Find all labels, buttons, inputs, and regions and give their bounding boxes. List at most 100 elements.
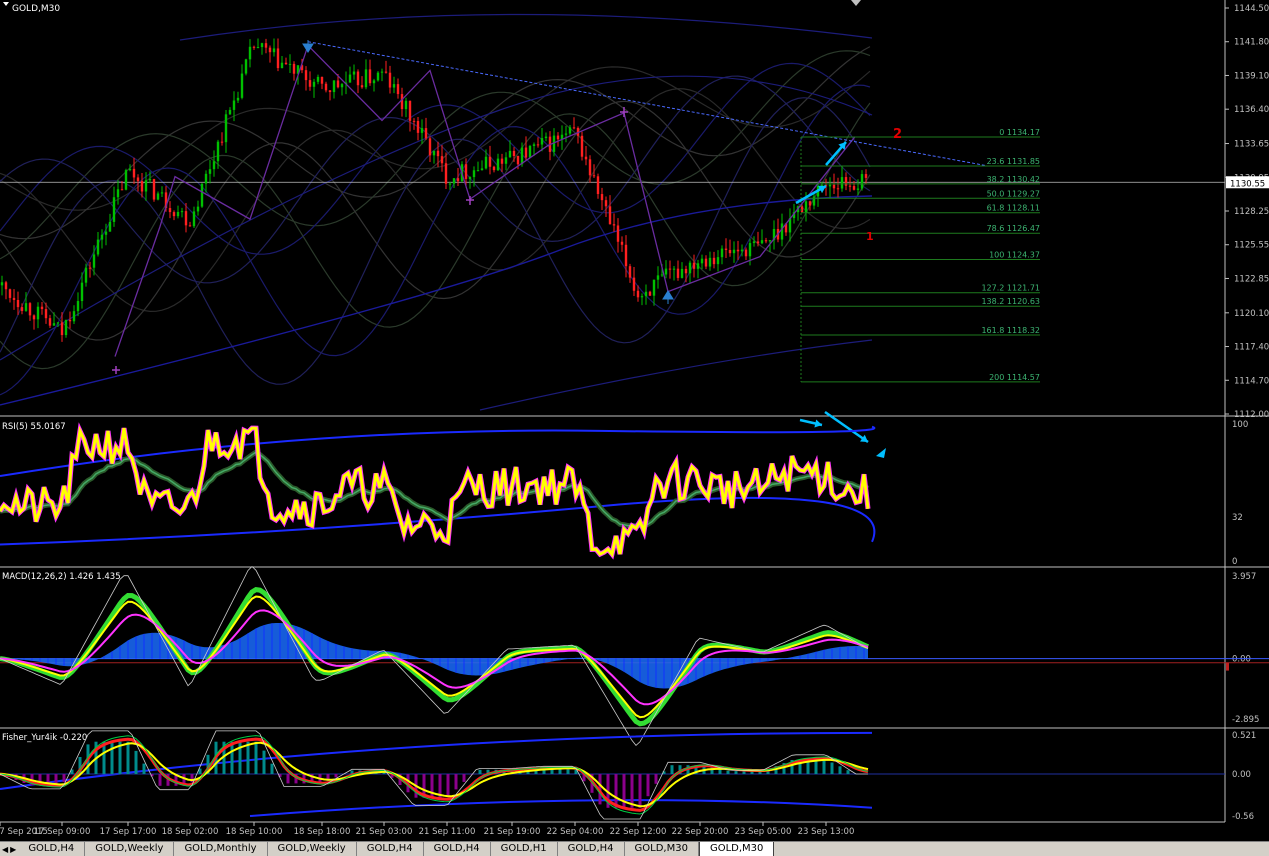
fisher-tick-label: -0.56 <box>1232 812 1254 822</box>
candle-body <box>740 249 744 252</box>
candle-body <box>372 80 376 84</box>
candle-body <box>804 201 808 213</box>
candle-body <box>504 157 508 164</box>
tab-8[interactable]: GOLD,M30 <box>625 842 699 856</box>
candle-body <box>452 178 456 184</box>
candle-body <box>352 71 356 75</box>
candle-body <box>312 81 316 87</box>
candle-body <box>36 306 40 320</box>
tab-3[interactable]: GOLD,Weekly <box>268 842 357 856</box>
candle-body <box>608 206 612 225</box>
time-tick-label: 17 Sep 17:00 <box>100 827 157 837</box>
tab-9-active[interactable]: GOLD,M30 <box>698 842 775 856</box>
price-tick-label: 1117.40 <box>1234 343 1269 353</box>
candle-body <box>288 63 292 65</box>
candle-body <box>512 150 516 156</box>
candle-body <box>828 184 832 187</box>
candle-body <box>728 250 732 254</box>
candle-body <box>652 279 656 296</box>
tab-scroll-right-icon[interactable]: ▶ <box>10 845 16 854</box>
candle-body <box>416 121 420 133</box>
candle-body <box>156 193 160 200</box>
candle-body <box>32 315 36 320</box>
candle-body <box>836 188 840 190</box>
candle-body <box>780 223 784 240</box>
candle-body <box>536 144 540 146</box>
price-tick-label: 1128.25 <box>1234 207 1269 217</box>
tab-2[interactable]: GOLD,Monthly <box>174 842 268 856</box>
candle-body <box>624 244 628 267</box>
tab-6[interactable]: GOLD,H1 <box>491 842 558 856</box>
fib-level-label: 23.6 1131.85 <box>987 157 1040 166</box>
candle-body <box>524 147 528 158</box>
chart-symbol-label: GOLD,M30 <box>12 4 60 14</box>
candle-body <box>80 282 84 302</box>
tab-5[interactable]: GOLD,H4 <box>424 842 491 856</box>
candle-body <box>592 175 596 177</box>
tab-1[interactable]: GOLD,Weekly <box>85 842 175 856</box>
candle-body <box>340 84 344 88</box>
candle-body <box>844 177 848 186</box>
macd-marker <box>1226 662 1229 671</box>
candle-body <box>724 248 728 251</box>
candle-body <box>628 266 632 278</box>
fib-level-label: 138.2 1120.63 <box>981 297 1040 306</box>
candle-body <box>480 168 484 171</box>
tab-0[interactable]: GOLD,H4 <box>18 842 86 856</box>
candle-body <box>600 194 604 201</box>
rsi-tick-label: 0 <box>1232 557 1237 567</box>
candle-body <box>736 249 740 252</box>
candle-body <box>732 249 736 254</box>
candle-body <box>56 322 60 324</box>
candle-body <box>708 257 712 267</box>
tab-4[interactable]: GOLD,H4 <box>357 842 424 856</box>
candle-body <box>16 299 20 308</box>
tab-scroll-arrows[interactable]: ◀ ▶ <box>0 842 18 856</box>
candle-body <box>664 268 668 275</box>
candle-body <box>8 289 12 298</box>
candle-body <box>688 262 692 274</box>
candle-body <box>316 76 320 82</box>
candle-body <box>720 248 724 258</box>
candle-body <box>224 114 228 143</box>
candle-body <box>232 100 236 110</box>
candle-body <box>748 243 752 257</box>
candle-body <box>212 161 216 170</box>
candle-body <box>676 268 680 278</box>
chart-canvas[interactable]: 1144.50 1141.80 1139.10 1136.40 1133.65 1130.… <box>0 0 1269 855</box>
time-tick-label: 18 Sep 18:00 <box>294 827 351 837</box>
price-tick-label: 1122.85 <box>1234 274 1269 284</box>
fisher-tick-label: 0.00 <box>1232 770 1251 780</box>
candle-body <box>376 72 380 81</box>
candle-body <box>292 63 296 74</box>
rsi-tick-label: 32 <box>1232 513 1243 523</box>
candle-body <box>684 268 688 274</box>
fib-level-label: 61.8 1128.11 <box>987 204 1040 213</box>
candle-body <box>136 177 140 182</box>
candle-body <box>240 73 244 98</box>
candle-body <box>64 319 68 336</box>
time-tick-label: 22 Sep 12:00 <box>610 827 667 837</box>
candle-body <box>324 83 328 91</box>
candle-body <box>140 181 144 192</box>
candle-body <box>484 156 488 169</box>
candle-body <box>148 179 152 181</box>
wave-marker-2: 2 <box>893 127 902 142</box>
candle-body <box>180 211 184 213</box>
tab-scroll-left-icon[interactable]: ◀ <box>2 845 8 854</box>
candle-body <box>764 240 768 242</box>
candle-body <box>584 156 588 160</box>
macd-tick-label: -2.895 <box>1232 715 1259 725</box>
tab-7[interactable]: GOLD,H4 <box>558 842 625 856</box>
candle-body <box>408 100 412 121</box>
candle-body <box>544 136 548 139</box>
fib-level-label: 127.2 1121.71 <box>981 284 1040 293</box>
candle-body <box>364 69 368 88</box>
candle-body <box>184 211 188 226</box>
chart-tab-bar: ◀ ▶ GOLD,H4 GOLD,Weekly GOLD,Monthly GOL… <box>0 841 1269 856</box>
candle-body <box>392 84 396 88</box>
fib-level-label: 161.8 1118.32 <box>981 326 1040 335</box>
candle-body <box>424 128 428 139</box>
candle-body <box>100 234 104 240</box>
price-tick-label: 1136.40 <box>1234 105 1269 115</box>
